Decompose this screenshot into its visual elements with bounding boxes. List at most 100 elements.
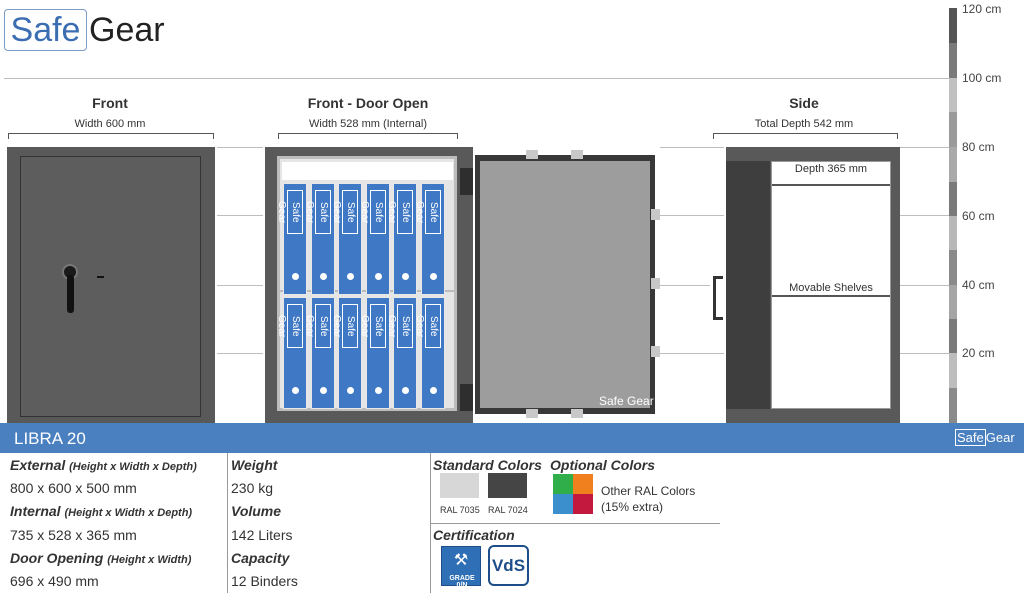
- ruler-segment: [949, 8, 957, 43]
- guide-line: [900, 215, 949, 216]
- bolt: [651, 209, 660, 220]
- dimension-side: Total Depth 542 mm: [754, 118, 854, 130]
- spec-external-label: External (Height x Width x Depth): [10, 457, 197, 473]
- logo-gear: Gear: [89, 11, 165, 49]
- spec-door-value: 696 x 490 mm: [10, 573, 99, 589]
- binder: Safe Gear: [331, 183, 362, 295]
- ruler-segment: [949, 147, 957, 182]
- binder: Safe Gear: [359, 183, 390, 295]
- view-title-side: Side: [789, 95, 819, 111]
- spec-capacity-value: 12 Binders: [231, 573, 298, 589]
- optional-colors-line2: (15% extra): [601, 500, 664, 514]
- side-depth-label: Depth 365 mm: [794, 163, 868, 175]
- binder: Safe Gear: [386, 183, 417, 295]
- ruler-segment: [949, 78, 957, 112]
- guide-line: [900, 147, 949, 148]
- binder: Safe Gear: [304, 297, 335, 409]
- bolt: [571, 150, 583, 159]
- guide-line: [660, 147, 724, 148]
- spec-volume-value: 142 Liters: [231, 527, 293, 543]
- bolt: [651, 278, 660, 289]
- binder: Safe Gear: [331, 297, 362, 409]
- guide-line: [217, 285, 263, 286]
- certification-title: Certification: [433, 527, 515, 543]
- shelf: [772, 184, 890, 186]
- person-icon: ⚒: [453, 552, 469, 569]
- guide-line: [4, 78, 949, 79]
- side-handle-icon: [713, 276, 723, 320]
- hinge-block: [460, 168, 473, 195]
- swatch-label: RAL 7024: [488, 505, 528, 515]
- bolt: [526, 409, 538, 418]
- optional-colors-title: Optional Colors: [550, 457, 655, 473]
- hinge-block: [460, 384, 473, 411]
- column-divider: [227, 453, 228, 593]
- binder: Safe Gear: [386, 297, 417, 409]
- spec-door-label: Door Opening (Height x Width): [10, 550, 192, 566]
- guide-line: [660, 215, 724, 216]
- optional-color-tile: [573, 474, 593, 494]
- guide-line: [217, 215, 263, 216]
- safe-front-door: [20, 156, 201, 417]
- ruler-label: 120 cm: [962, 2, 1002, 16]
- bar-logo: Safe Gear: [955, 429, 1015, 446]
- ruler-label: 80 cm: [962, 140, 995, 154]
- top-compartment: [282, 162, 453, 180]
- binder: Safe Gear: [414, 183, 445, 295]
- vds-badge: VdS: [488, 545, 529, 586]
- safe-front-body: [7, 147, 215, 423]
- logo-safe: Safe: [4, 9, 87, 51]
- grade-badge: ⚒ GRADE 0/N: [441, 546, 481, 589]
- binder: Safe Gear: [359, 297, 390, 409]
- ruler-label: 20 cm: [962, 346, 995, 360]
- spec-external-value: 800 x 600 x 500 mm: [10, 480, 137, 496]
- shelf: [772, 295, 890, 297]
- grade-label: GRADE 0/N: [449, 575, 475, 589]
- color-swatch-ral-7024: [488, 473, 527, 498]
- ruler-label: 100 cm: [962, 71, 1002, 85]
- dimension-front: Width 600 mm: [74, 118, 146, 130]
- spec-capacity-label: Capacity: [231, 550, 290, 566]
- bolt: [651, 346, 660, 357]
- optional-color-tile: [553, 494, 573, 514]
- guide-line: [217, 147, 263, 148]
- standard-colors-title: Standard Colors: [433, 457, 542, 473]
- section-divider: [430, 523, 720, 524]
- dimension-bracket: [713, 133, 898, 139]
- guide-line: [660, 353, 724, 354]
- spec-internal-label: Internal (Height x Width x Depth): [10, 503, 193, 519]
- bolt: [526, 150, 538, 159]
- ruler-segment: [949, 285, 957, 319]
- binder: Safe Gear: [276, 183, 307, 295]
- door-logo: Safe Gear: [599, 394, 654, 408]
- swatch-label: RAL 7035: [440, 505, 480, 515]
- ruler-segment: [949, 353, 957, 388]
- dimension-front-open: Width 528 mm (Internal): [309, 118, 427, 130]
- door-inner-panel: [480, 161, 650, 408]
- safe-door-open: Safe Gear: [475, 155, 655, 414]
- binder: Safe Gear: [414, 297, 445, 409]
- ruler-label: 60 cm: [962, 209, 995, 223]
- bolt: [571, 409, 583, 418]
- spec-internal-value: 735 x 528 x 365 mm: [10, 527, 137, 543]
- bar-logo-safe: Safe: [955, 429, 986, 446]
- binder: Safe Gear: [304, 183, 335, 295]
- ruler-segment: [949, 216, 957, 250]
- side-shelves-label: Movable Shelves: [789, 282, 873, 294]
- indicator-mark: [97, 276, 104, 278]
- handle-icon: [67, 275, 74, 313]
- guide-line: [660, 285, 710, 286]
- view-title-front-open: Front - Door Open: [307, 95, 429, 111]
- binder: Safe Gear: [276, 297, 307, 409]
- dimension-bracket: [278, 133, 458, 139]
- optional-color-tile: [573, 494, 593, 514]
- view-title-front: Front: [92, 95, 128, 111]
- guide-line: [217, 353, 263, 354]
- color-swatch-ral-7035: [440, 473, 479, 498]
- spec-weight-value: 230 kg: [231, 480, 274, 496]
- spec-weight-label: Weight: [231, 457, 278, 473]
- bar-logo-gear: Gear: [985, 430, 1015, 445]
- guide-line: [900, 353, 949, 354]
- optional-colors-line1: Other RAL Colors: [601, 484, 696, 498]
- product-name: LIBRA 20: [14, 429, 86, 448]
